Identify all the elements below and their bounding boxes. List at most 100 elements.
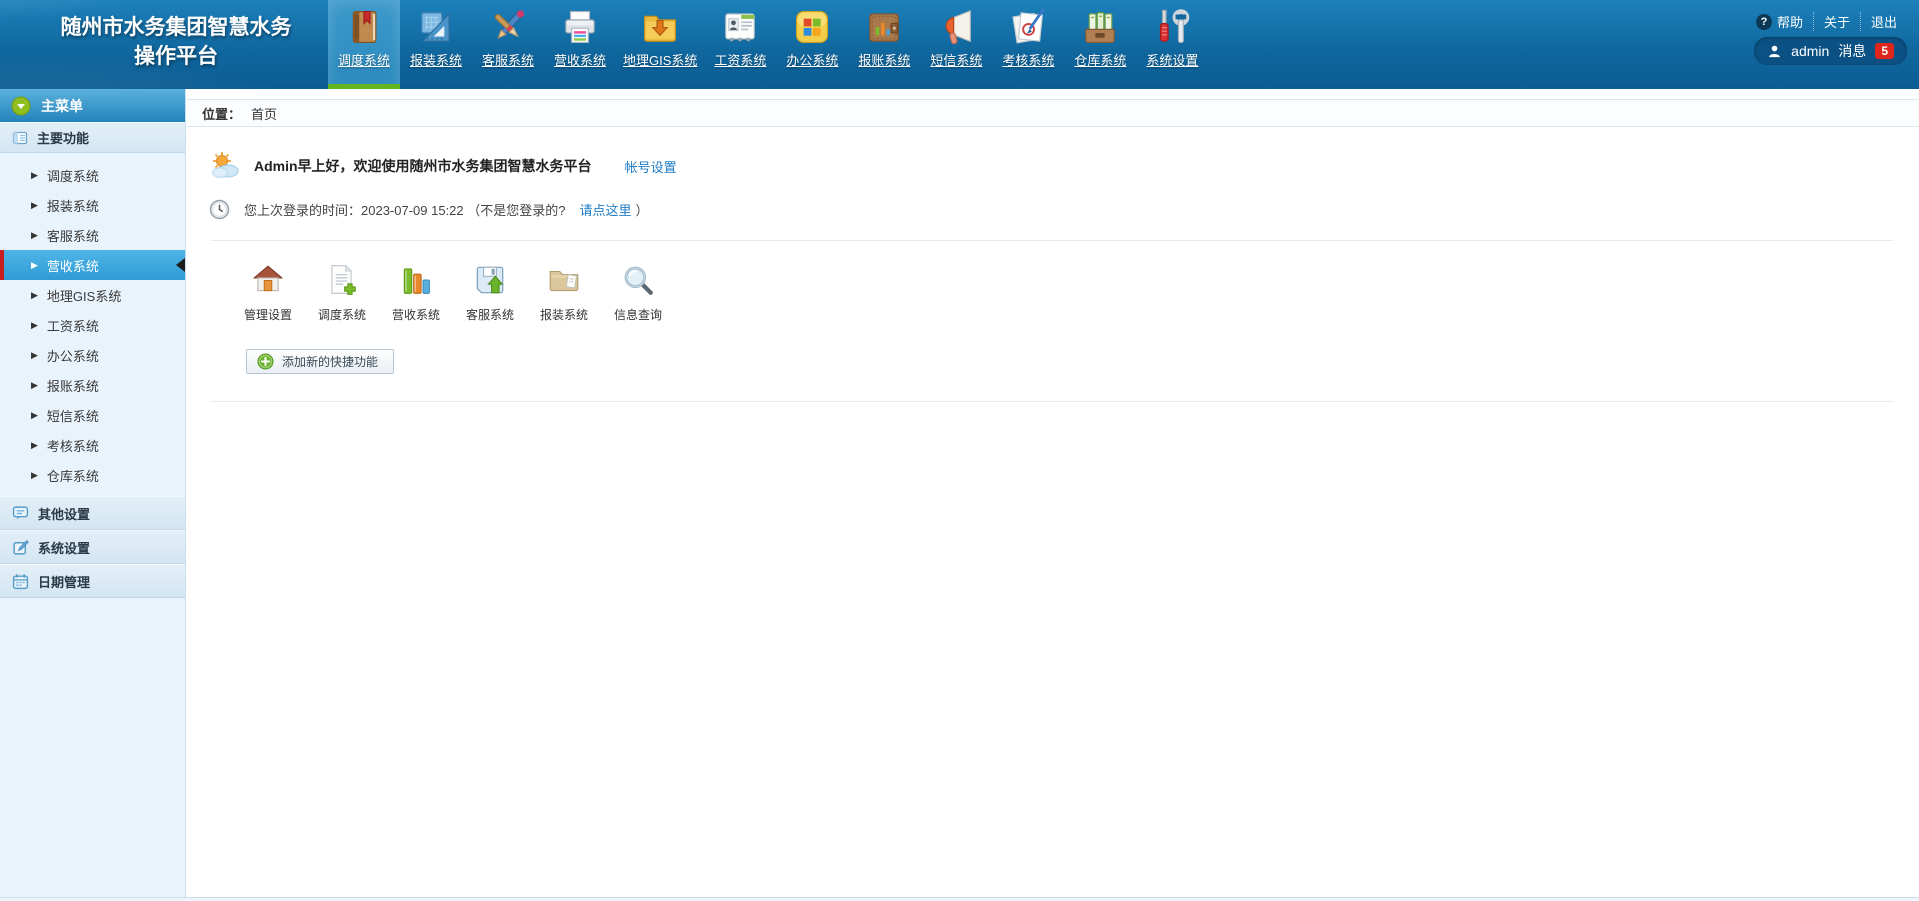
nav-tab-label: 调度系统 xyxy=(338,50,390,69)
arrow-right-icon: ▶ xyxy=(31,290,38,301)
nav-tab-gis[interactable]: 地理GIS系统 xyxy=(616,0,704,89)
logo-line1: 随州市水务集团智慧水务 xyxy=(10,13,342,42)
nav-tab-reimbursement[interactable]: 报账系统 xyxy=(848,0,920,89)
sidebar-item-revenue[interactable]: ▶营收系统 xyxy=(0,250,185,280)
nav-tab-customer-service[interactable]: 客服系统 xyxy=(472,0,544,89)
shortcut-revenue[interactable]: 营收系统 xyxy=(379,263,453,323)
nav-tab-label: 报装系统 xyxy=(410,50,462,69)
header-links: ? 帮助 关于 退出 xyxy=(1746,12,1907,31)
nav-tab-installation[interactable]: 报装系统 xyxy=(400,0,472,89)
sidebar-item-sms[interactable]: ▶短信系统 xyxy=(0,400,185,430)
folder-document-icon xyxy=(547,263,581,297)
sidebar-item-label: 报装系统 xyxy=(47,196,99,215)
sidebar-item-office[interactable]: ▶ 办公系统 xyxy=(0,340,185,370)
nav-tab-label: 报账系统 xyxy=(858,50,910,69)
sidebar-item-warehouse[interactable]: ▶ 仓库系统 xyxy=(0,460,185,490)
nav-tab-revenue[interactable]: 营收系统 xyxy=(544,0,616,89)
nav-tab-label: 考核系统 xyxy=(1002,50,1054,69)
shortcut-info-query[interactable]: 信息查询 xyxy=(601,263,675,323)
breadcrumb-label: 位置： xyxy=(202,104,241,123)
section-label: 其他设置 xyxy=(38,504,90,523)
nav-tab-system-settings[interactable]: 系统设置 xyxy=(1136,0,1208,89)
app-logo-title: 随州市水务集团智慧水务 操作平台 xyxy=(10,13,342,71)
document-add-icon xyxy=(325,263,359,297)
selected-notch-icon xyxy=(176,258,185,272)
clock-icon xyxy=(209,199,230,220)
shortcut-installation[interactable]: 报装系统 xyxy=(527,263,601,323)
arrow-right-icon: ▶ xyxy=(31,350,38,361)
arrow-right-icon: ▶ xyxy=(31,320,38,331)
sidebar-item-payroll[interactable]: ▶工资系统 xyxy=(0,310,185,340)
sidebar-section-main-functions[interactable]: 主要功能 xyxy=(0,122,185,153)
about-link[interactable]: 关于 xyxy=(1813,12,1860,31)
main-nav: 调度系统 报装系统 客服系统 营收系统 xyxy=(328,0,1208,89)
nav-tab-assessment[interactable]: 考核系统 xyxy=(992,0,1064,89)
nav-tab-payroll[interactable]: 工资系统 xyxy=(704,0,776,89)
pen-paper-icon xyxy=(1009,6,1047,48)
sidebar-item-gis[interactable]: ▶地理GIS系统 xyxy=(0,280,185,310)
shortcut-dispatch[interactable]: 调度系统 xyxy=(305,263,379,323)
nav-tab-label: 地理GIS系统 xyxy=(623,50,697,69)
bar-chart-icon xyxy=(399,263,433,297)
arrow-right-icon: ▶ xyxy=(31,230,38,241)
megaphone-icon xyxy=(937,6,975,48)
question-icon: ? xyxy=(1756,14,1772,30)
nav-tab-label: 客服系统 xyxy=(482,50,534,69)
not-you-link[interactable]: 请点这里 xyxy=(579,200,631,219)
account-settings-link[interactable]: 帐号设置 xyxy=(625,157,677,176)
main-content: Admin早上好，欢迎使用随州市水务集团智慧水务平台 帐号设置 您上次登录的时间… xyxy=(187,128,1919,897)
nav-tab-office[interactable]: 办公系统 xyxy=(776,0,848,89)
shortcut-label: 管理设置 xyxy=(244,306,292,323)
last-login-text: 您上次登录的时间：2023-07-09 15:22 （不是您登录的? xyxy=(244,200,565,219)
plus-circle-icon xyxy=(257,353,274,370)
grid-icon xyxy=(12,130,28,146)
sidebar-section-date-management[interactable]: 日期管理 xyxy=(0,564,185,598)
user-icon xyxy=(1767,44,1782,59)
messages-link[interactable]: 消息 xyxy=(1838,41,1866,61)
arrow-right-icon: ▶ xyxy=(31,200,38,211)
tools-icon xyxy=(1153,6,1191,48)
last-login-row: 您上次登录的时间：2023-07-09 15:22 （不是您登录的? 请点这里 … xyxy=(187,182,1919,220)
top-header: 随州市水务集团智慧水务 操作平台 调度系统 报装系统 客服系统 xyxy=(0,0,1919,89)
shortcut-customer-service[interactable]: 客服系统 xyxy=(453,263,527,323)
breadcrumb-home[interactable]: 首页 xyxy=(251,104,277,123)
welcome-row: Admin早上好，欢迎使用随州市水务集团智慧水务平台 帐号设置 xyxy=(187,128,1919,182)
shortcut-label: 营收系统 xyxy=(392,306,440,323)
user-pill: admin 消息 5 xyxy=(1754,37,1907,65)
home-icon xyxy=(251,263,285,297)
sidebar-item-label: 办公系统 xyxy=(47,346,99,365)
shortcut-admin-settings[interactable]: 管理设置 xyxy=(231,263,305,323)
sidebar-item-reimbursement[interactable]: ▶报账系统 xyxy=(0,370,185,400)
section-label: 日期管理 xyxy=(38,572,90,591)
nav-tab-sms[interactable]: 短信系统 xyxy=(920,0,992,89)
sidebar-item-customer-service[interactable]: ▶客服系统 xyxy=(0,220,185,250)
nav-tab-dispatch[interactable]: 调度系统 xyxy=(328,0,400,89)
sidebar-section-system-settings[interactable]: 系统设置 xyxy=(0,530,185,564)
pencil-brush-icon xyxy=(489,6,527,48)
shortcut-label: 报装系统 xyxy=(540,306,588,323)
sidebar-item-installation[interactable]: ▶ 报装系统 xyxy=(0,190,185,220)
nav-tab-label: 短信系统 xyxy=(930,50,982,69)
add-shortcut-button[interactable]: 添加新的快捷功能 xyxy=(246,349,394,374)
last-login-suffix: ） xyxy=(636,200,649,219)
username[interactable]: admin xyxy=(1791,43,1829,59)
arrow-right-icon: ▶ xyxy=(31,470,38,481)
help-label: 帮助 xyxy=(1777,12,1803,31)
sidebar-item-label: 调度系统 xyxy=(47,166,99,185)
help-link[interactable]: ? 帮助 xyxy=(1746,12,1813,31)
nav-tab-label: 系统设置 xyxy=(1146,50,1198,69)
logout-link[interactable]: 退出 xyxy=(1860,12,1907,31)
sidebar-main-menu-header[interactable]: 主菜单 xyxy=(0,89,185,122)
edit-pencil-icon xyxy=(12,539,29,556)
nav-tab-warehouse[interactable]: 仓库系统 xyxy=(1064,0,1136,89)
sidebar-item-dispatch[interactable]: ▶调度系统 xyxy=(0,160,185,190)
id-card-icon xyxy=(721,6,759,48)
nav-tab-label: 营收系统 xyxy=(554,50,606,69)
shortcut-label: 信息查询 xyxy=(614,306,662,323)
printer-icon xyxy=(561,6,599,48)
main-menu-title: 主菜单 xyxy=(41,96,83,116)
sidebar-section-other-settings[interactable]: 其他设置 xyxy=(0,496,185,530)
nav-tab-label: 办公系统 xyxy=(786,50,838,69)
sidebar-item-assessment[interactable]: ▶考核系统 xyxy=(0,430,185,460)
sidebar-item-label: 仓库系统 xyxy=(47,466,99,485)
